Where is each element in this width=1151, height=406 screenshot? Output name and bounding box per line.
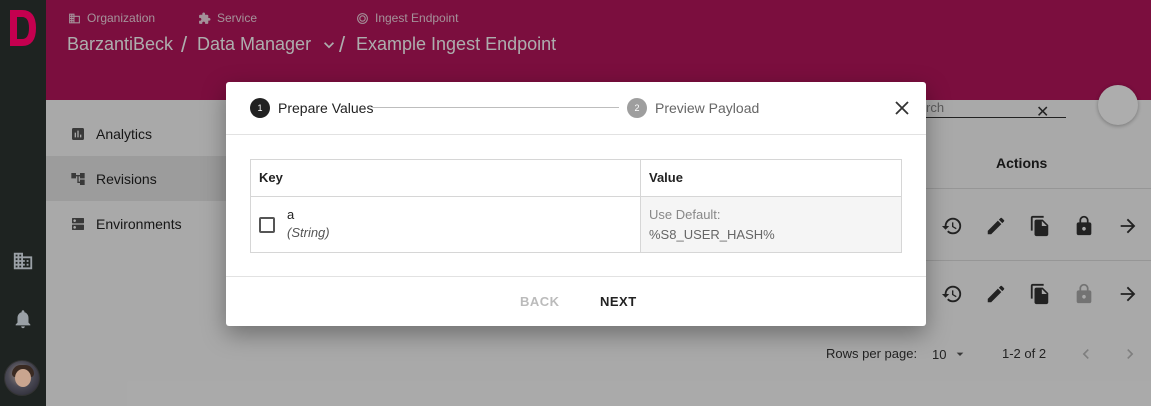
key-type: (String) <box>287 225 330 240</box>
table-row: a (String) Use Default: %S8_USER_HASH% <box>250 196 902 253</box>
close-icon <box>895 101 909 115</box>
next-button[interactable]: NEXT <box>600 294 637 309</box>
step-number: 1 <box>250 98 270 118</box>
key-cell: a (String) <box>250 196 641 253</box>
close-button[interactable] <box>890 96 914 120</box>
back-button[interactable]: BACK <box>520 294 560 309</box>
values-table: Key Value a (String) Use Default: %S8_US… <box>250 159 902 253</box>
value-default: %S8_USER_HASH% <box>649 227 775 242</box>
app-logo[interactable] <box>8 8 38 48</box>
value-cell[interactable]: Use Default: %S8_USER_HASH% <box>640 196 902 253</box>
step-label: Preview Payload <box>655 100 760 116</box>
step-label: Prepare Values <box>278 100 374 116</box>
prepare-values-dialog: 1 Prepare Values 2 Preview Payload Key V… <box>226 82 926 326</box>
organization-rail-icon[interactable] <box>12 250 34 272</box>
stepper: 1 Prepare Values 2 Preview Payload <box>226 82 926 135</box>
value-default-label: Use Default: <box>649 207 721 222</box>
user-avatar[interactable] <box>4 360 40 396</box>
step-preview-payload: 2 Preview Payload <box>627 98 759 118</box>
app-rail <box>0 0 46 406</box>
column-header-value: Value <box>640 159 902 197</box>
step-prepare-values: 1 Prepare Values <box>250 98 373 118</box>
logo-icon <box>10 10 36 46</box>
key-name: a <box>287 207 295 222</box>
row-checkbox[interactable] <box>259 217 275 233</box>
step-number: 2 <box>627 98 647 118</box>
step-connector <box>372 107 619 108</box>
column-header-key: Key <box>250 159 641 197</box>
dialog-footer: BACK NEXT <box>226 276 926 326</box>
notifications-icon[interactable] <box>12 308 34 330</box>
